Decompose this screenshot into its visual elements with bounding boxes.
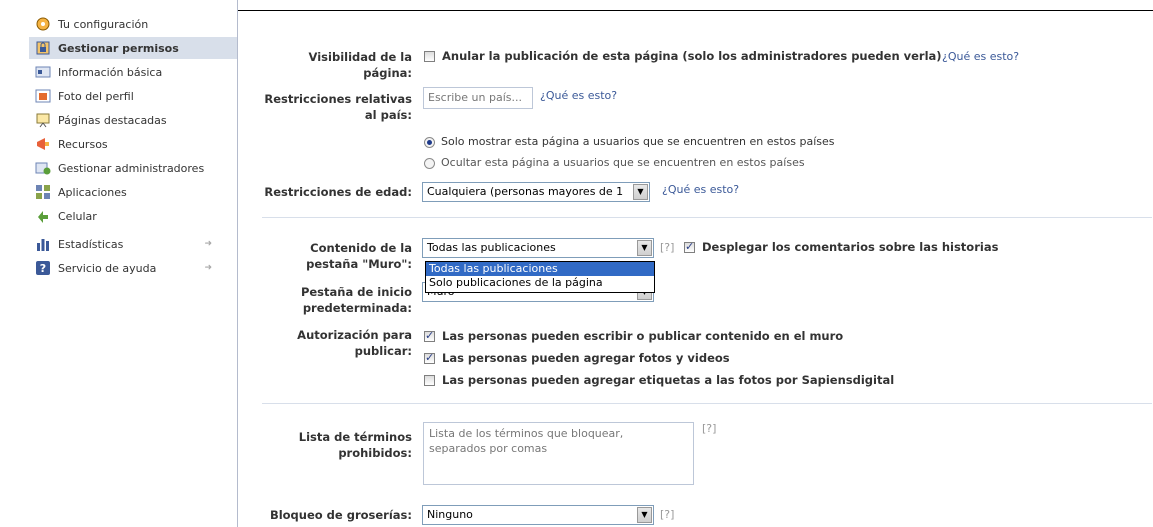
sidebar-item-label: Páginas destacadas [58,113,167,127]
apps-icon [35,184,51,200]
sidebar-item-profile-photo[interactable]: Foto del perfil [29,85,237,107]
age-help-link[interactable]: ¿Qué es esto? [662,182,739,198]
settings-icon [35,16,51,32]
main-content: Visibilidad de la página: Anular la publ… [238,10,1153,527]
allow-photos-text: Las personas pueden agregar fotos y vide… [442,351,730,365]
dropdown-option-all[interactable]: Todas las publicaciones [426,262,654,276]
svg-text:?: ? [40,262,46,275]
age-select-value: Cualquiera (personas mayores de 1 [427,185,624,198]
sidebar-item-help[interactable]: ? Servicio de ayuda ➜ [29,257,237,279]
sidebar-item-apps[interactable]: Aplicaciones [29,181,237,203]
arrow-right-icon: ➜ [204,239,212,249]
hide-countries-radio[interactable] [424,158,435,169]
wall-help[interactable]: [?] [660,240,674,256]
arrow-right-icon: ➜ [204,263,212,273]
profanity-label: Bloqueo de groserías: [269,508,412,522]
dropdown-option-page-only[interactable]: Solo publicaciones de la página [426,276,654,290]
section-divider [262,403,1152,404]
wall-content-select[interactable]: Todas las publicaciones ▼ [422,238,654,258]
sidebar-item-label: Recursos [58,137,108,151]
info-card-icon [35,64,51,80]
sidebar-item-label: Foto del perfil [58,89,134,103]
sidebar-item-mobile[interactable]: Celular [29,205,237,227]
country-label: Restricciones relativas al país: [264,92,412,122]
sidebar-item-admins[interactable]: Gestionar administradores [29,157,237,179]
help-icon: ? [35,260,51,276]
posting-label: Autorización para publicar: [297,328,412,358]
visibility-label: Visibilidad de la página: [308,50,412,80]
sidebar-item-stats[interactable]: Estadísticas ➜ [29,233,237,255]
profanity-select-value: Ninguno [427,508,473,521]
unpublish-text: Anular la publicación de esta página (so… [442,49,942,63]
section-divider [262,217,1152,218]
age-label: Restricciones de edad: [264,185,412,199]
stats-icon [35,236,51,252]
sidebar-item-featured-pages[interactable]: Páginas destacadas [29,109,237,131]
allow-wall-posts-text: Las personas pueden escribir o publicar … [442,329,844,343]
hide-countries-text: Ocultar esta página a usuarios que se en… [441,156,805,169]
default-tab-label: Pestaña de inicio predeterminada: [300,285,412,315]
wall-content-label: Contenido de la pestaña "Muro": [306,241,412,271]
sidebar: Tu configuración Gestionar permisos Info… [0,0,238,527]
sidebar-item-label: Gestionar administradores [58,161,205,175]
sidebar-item-resources[interactable]: Recursos [29,133,237,155]
chevron-down-icon: ▼ [637,240,652,256]
profanity-select[interactable]: Ninguno ▼ [422,505,654,525]
sidebar-item-label: Celular [58,209,97,223]
show-comments-checkbox[interactable] [684,240,695,253]
show-comments-text: Desplegar los comentarios sobre las hist… [702,240,999,254]
chevron-down-icon: ▼ [633,184,648,200]
show-countries-radio[interactable] [424,137,435,148]
sidebar-item-label: Aplicaciones [58,185,127,199]
sidebar-item-label: Gestionar permisos [58,41,179,55]
allow-tags-checkbox[interactable] [424,375,435,386]
chevron-down-icon: ▼ [637,507,652,523]
blocklist-label: Lista de términos prohibidos: [298,430,412,460]
sidebar-item-basic-info[interactable]: Información básica [29,61,237,83]
sidebar-item-permissions[interactable]: Gestionar permisos [29,37,237,59]
country-help-link[interactable]: ¿Qué es esto? [540,88,617,104]
mobile-icon [35,208,51,224]
sidebar-item-settings[interactable]: Tu configuración [29,13,237,35]
unpublish-checkbox[interactable] [424,51,435,62]
blocklist-textarea[interactable]: Lista de los términos que bloquear, sepa… [423,422,694,485]
allow-photos-checkbox[interactable] [424,351,435,364]
sidebar-item-label: Servicio de ayuda [58,261,157,275]
admin-icon [35,160,51,176]
megaphone-icon [35,136,51,152]
wall-content-value: Todas las publicaciones [427,241,556,254]
allow-wall-posts-checkbox[interactable] [424,329,435,342]
wall-content-dropdown[interactable]: Todas las publicaciones Solo publicacion… [425,261,655,293]
featured-pages-icon [35,112,51,128]
country-input[interactable]: Escribe un país... [423,87,533,109]
lock-icon [35,40,51,56]
blocklist-help[interactable]: [?] [702,421,716,437]
profanity-help[interactable]: [?] [660,507,674,523]
allow-tags-text: Las personas pueden agregar etiquetas a … [442,373,895,387]
sidebar-item-label: Información básica [58,65,163,79]
show-countries-text: Solo mostrar esta página a usuarios que … [441,135,835,148]
visibility-help-link[interactable]: ¿Qué es esto? [942,49,1019,65]
sidebar-item-label: Estadísticas [58,237,124,251]
sidebar-item-label: Tu configuración [58,17,149,31]
photo-icon [35,88,51,104]
age-select[interactable]: Cualquiera (personas mayores de 1 ▼ [422,182,650,202]
